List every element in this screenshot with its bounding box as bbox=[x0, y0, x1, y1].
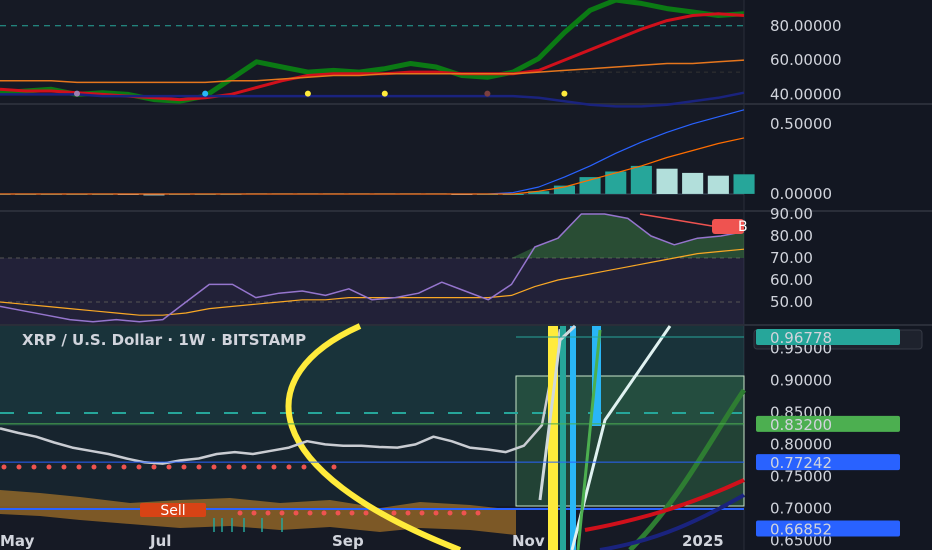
price-tag-label: 0.77242 bbox=[770, 454, 832, 472]
time-axis-label: Sep bbox=[332, 532, 364, 550]
axis-tick-label: 60.00000 bbox=[770, 51, 842, 69]
price-tag-label: 0.83200 bbox=[770, 416, 832, 434]
chart-title: XRP / U.S. Dollar · 1W · BITSTAMP bbox=[22, 331, 306, 349]
signal-dot bbox=[381, 90, 388, 97]
time-axis-label: May bbox=[0, 532, 35, 550]
signal-dot bbox=[561, 90, 568, 97]
dot-marker bbox=[106, 464, 112, 470]
axis-tick-label: 60.00 bbox=[770, 271, 813, 289]
signal-dot bbox=[484, 90, 491, 97]
dot-marker bbox=[433, 510, 439, 516]
dot-marker bbox=[136, 464, 142, 470]
dot-marker bbox=[46, 464, 52, 470]
time-axis-label: Jul bbox=[149, 532, 171, 550]
price-tag-label: 0.66852 bbox=[770, 521, 832, 539]
signal-dot bbox=[74, 90, 80, 97]
axis-tick-label: 40.00000 bbox=[770, 85, 842, 103]
signal-dot bbox=[202, 90, 209, 97]
oscillator-panel bbox=[0, 0, 744, 103]
axis-tick-label: 0.80000 bbox=[770, 435, 832, 453]
dot-marker bbox=[151, 464, 157, 470]
breakout-bar bbox=[560, 326, 566, 550]
dot-marker bbox=[279, 510, 285, 516]
dot-marker bbox=[363, 510, 369, 516]
time-axis-label: Nov bbox=[512, 532, 545, 550]
dot-marker bbox=[461, 510, 467, 516]
axis-tick-label: 80.00000 bbox=[770, 17, 842, 35]
signal-badge-label: B bbox=[738, 219, 748, 235]
dot-marker bbox=[405, 510, 411, 516]
axis-tick-label: 50.00 bbox=[770, 293, 813, 311]
histogram-bar bbox=[630, 165, 652, 194]
dot-marker bbox=[293, 510, 299, 516]
dot-marker bbox=[256, 464, 262, 470]
dot-marker bbox=[447, 510, 453, 516]
sell-tag-label: Sell bbox=[160, 503, 185, 519]
dot-marker bbox=[419, 510, 425, 516]
dot-marker bbox=[307, 510, 313, 516]
histogram-bar bbox=[682, 172, 704, 194]
dot-marker bbox=[121, 464, 127, 470]
dot-marker bbox=[16, 464, 22, 470]
dot-marker bbox=[237, 510, 243, 516]
dot-marker bbox=[331, 464, 337, 470]
dot-marker bbox=[241, 464, 247, 470]
axis-tick-label: 70.00 bbox=[770, 249, 813, 267]
dot-marker bbox=[301, 464, 307, 470]
dot-marker bbox=[335, 510, 341, 516]
price-tag-label: 0.96778 bbox=[770, 329, 832, 347]
dot-marker bbox=[271, 464, 277, 470]
dot-marker bbox=[61, 464, 67, 470]
dot-marker bbox=[196, 464, 202, 470]
axis-tick-label: 0.90000 bbox=[770, 371, 832, 389]
xrp-chart[interactable]: B Sell XRP / U.S. Dollar · 1W · BITSTAMP… bbox=[0, 0, 932, 550]
time-axis-label: 2025 bbox=[682, 532, 724, 550]
axis-tick-label: 0.50000 bbox=[770, 115, 832, 133]
dot-marker bbox=[166, 464, 172, 470]
axis-tick-label: 0.00000 bbox=[770, 185, 832, 203]
signal-dot bbox=[304, 90, 311, 97]
dot-marker bbox=[31, 464, 37, 470]
dot-marker bbox=[349, 510, 355, 516]
dot-marker bbox=[1, 464, 7, 470]
breakout-bar bbox=[570, 326, 576, 550]
histogram-bar bbox=[733, 174, 755, 194]
axis-tick-label: 80.00 bbox=[770, 227, 813, 245]
dot-marker bbox=[251, 510, 257, 516]
axis-tick-label: 90.00 bbox=[770, 205, 813, 223]
rsi-band bbox=[0, 258, 744, 324]
dot-marker bbox=[76, 464, 82, 470]
dot-marker bbox=[321, 510, 327, 516]
axis-tick-label: 0.70000 bbox=[770, 499, 832, 517]
dot-marker bbox=[226, 464, 232, 470]
dot-marker bbox=[181, 464, 187, 470]
dot-marker bbox=[391, 510, 397, 516]
dot-marker bbox=[286, 464, 292, 470]
histogram-bar bbox=[656, 168, 678, 194]
histogram-bar bbox=[707, 175, 729, 194]
dot-marker bbox=[265, 510, 271, 516]
dot-marker bbox=[91, 464, 97, 470]
dot-marker bbox=[475, 510, 481, 516]
dot-marker bbox=[211, 464, 217, 470]
